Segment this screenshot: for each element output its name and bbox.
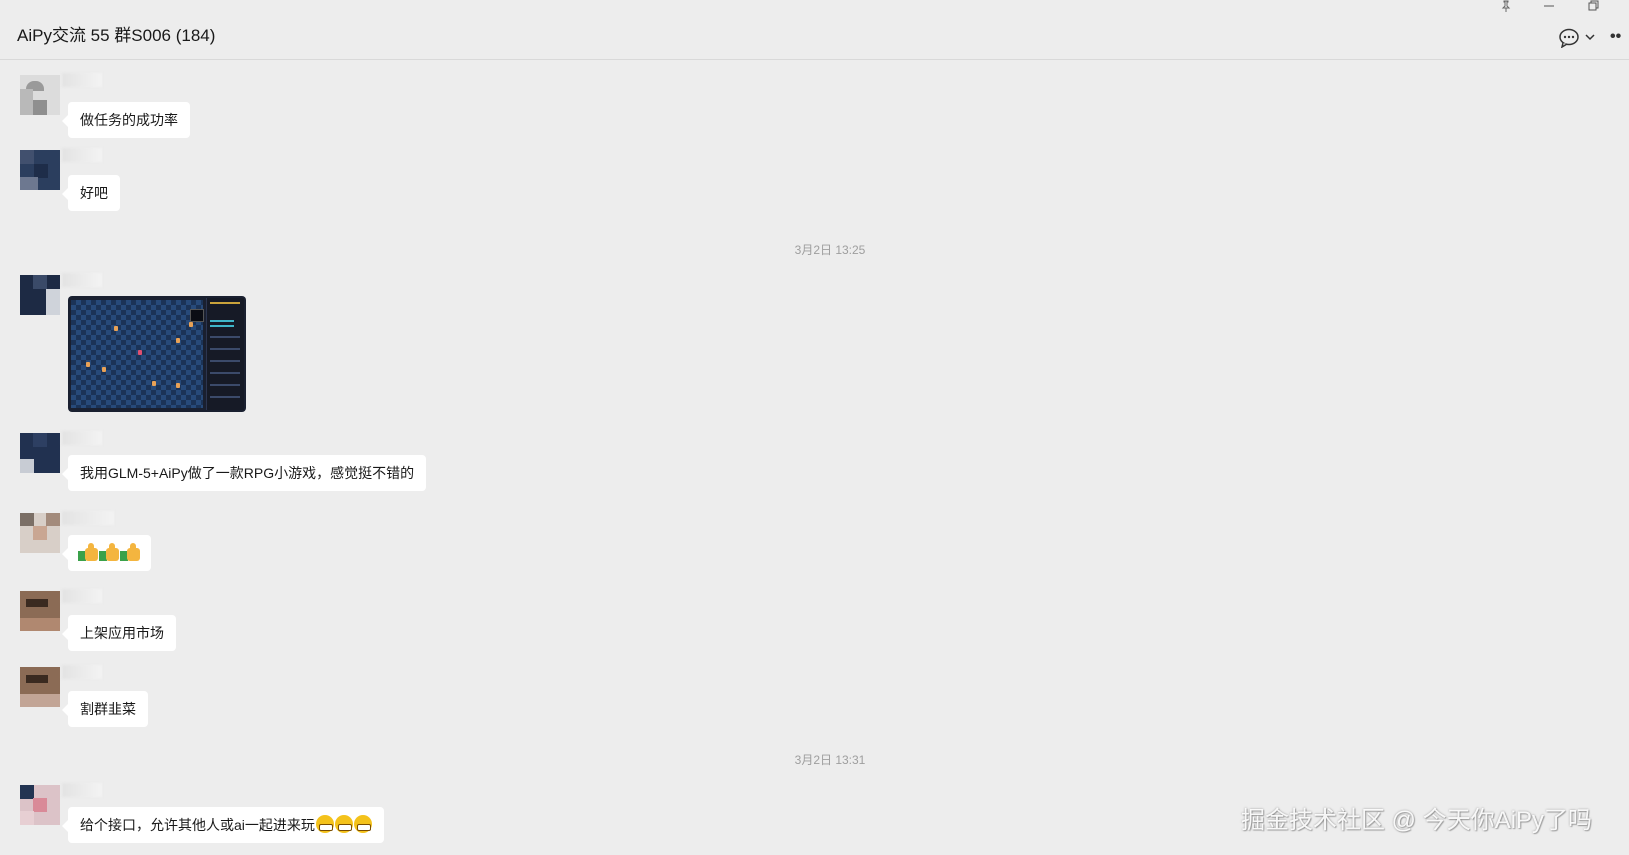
emoji-message[interactable]: [62, 535, 151, 571]
restore-icon[interactable]: [1581, 0, 1605, 14]
message-list[interactable]: 做任务的成功率 好吧 3月2日 13:25 我用GLM-5+AiPy做了一款RP…: [0, 61, 1629, 855]
avatar[interactable]: [20, 513, 60, 553]
game-side-panel: [206, 298, 244, 410]
chevron-down-icon[interactable]: [1584, 30, 1598, 52]
avatar[interactable]: [20, 591, 60, 631]
game-screenshot: [71, 300, 204, 408]
nickname: [62, 431, 102, 445]
minimize-icon[interactable]: [1537, 0, 1561, 14]
nickname: [62, 589, 102, 603]
nickname: [62, 665, 102, 679]
watermark: 掘金技术社区 @ 今天你AiPy了吗: [1241, 807, 1593, 834]
avatar[interactable]: [20, 667, 60, 707]
timestamp: 3月2日 13:25: [794, 243, 866, 257]
thumbs-up-icon: [99, 543, 119, 561]
avatar[interactable]: [20, 785, 60, 825]
grin-emoji-icon: [315, 815, 334, 833]
image-message[interactable]: [68, 296, 246, 412]
message-bubble[interactable]: 做任务的成功率: [62, 102, 190, 138]
message-bubble[interactable]: 割群韭菜: [62, 691, 148, 727]
avatar[interactable]: [20, 433, 60, 473]
timestamp: 3月2日 13:31: [794, 753, 866, 767]
message-bubble[interactable]: 上架应用市场: [62, 615, 176, 651]
chat-window: AiPy交流 55 群S006 (184) •• 做任务的成功率 好吧 3月2日…: [0, 0, 1629, 855]
message-bubble[interactable]: 好吧: [62, 175, 120, 211]
more-icon[interactable]: ••: [1610, 28, 1629, 50]
avatar[interactable]: [20, 75, 60, 115]
message-text: 给个接口，允许其他人或ai一起进来玩: [80, 817, 315, 833]
chat-title[interactable]: AiPy交流 55 群S006 (184): [17, 21, 215, 46]
avatar[interactable]: [20, 150, 60, 190]
thumbs-up-icon: [120, 543, 140, 561]
pin-icon[interactable]: [1494, 0, 1518, 14]
message-bubble[interactable]: 我用GLM-5+AiPy做了一款RPG小游戏，感觉挺不错的: [61, 455, 427, 491]
nickname: [62, 148, 102, 162]
grin-emoji-icon: [353, 815, 372, 833]
title-bar: AiPy交流 55 群S006 (184) ••: [0, 0, 1629, 60]
grin-emoji-icon: [334, 815, 353, 833]
nickname: [62, 73, 102, 87]
thumbs-up-icon: [78, 543, 98, 561]
chat-bubble-icon[interactable]: [1558, 28, 1580, 50]
message-bubble[interactable]: 给个接口，允许其他人或ai一起进来玩: [62, 807, 384, 843]
nickname: [62, 511, 114, 525]
nickname: [62, 273, 102, 287]
nickname: [62, 783, 102, 797]
avatar[interactable]: [20, 275, 60, 315]
